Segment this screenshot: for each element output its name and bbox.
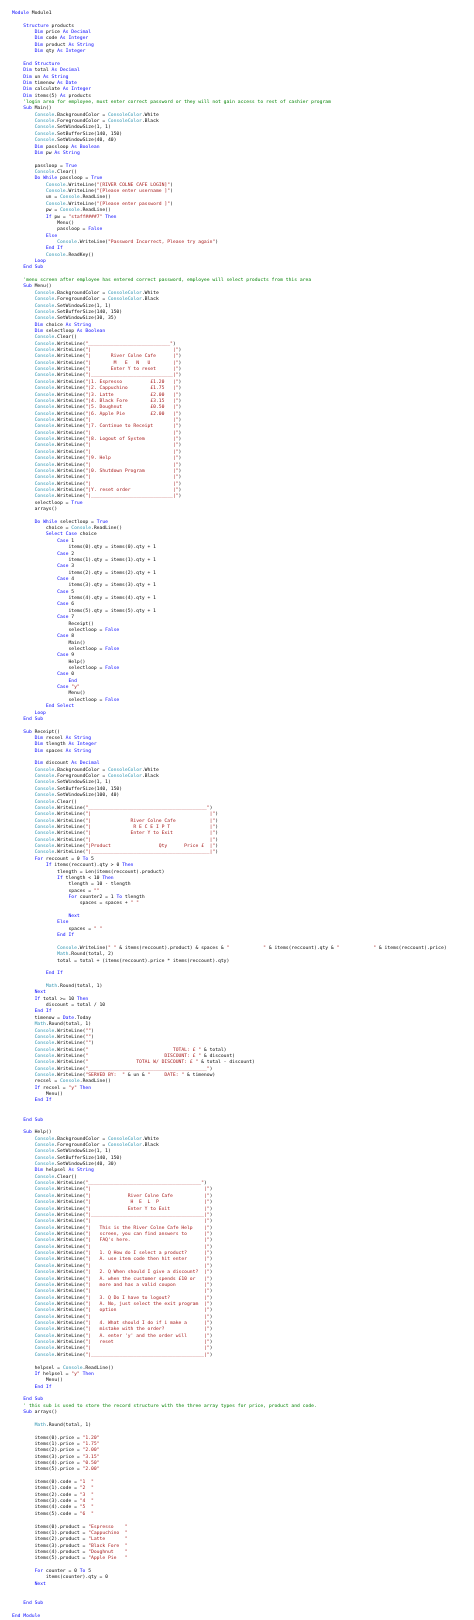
code-editor[interactable]: Module Module1 Structure products Dim pr… bbox=[12, 11, 447, 1620]
code-line: End Module bbox=[12, 1613, 41, 1619]
